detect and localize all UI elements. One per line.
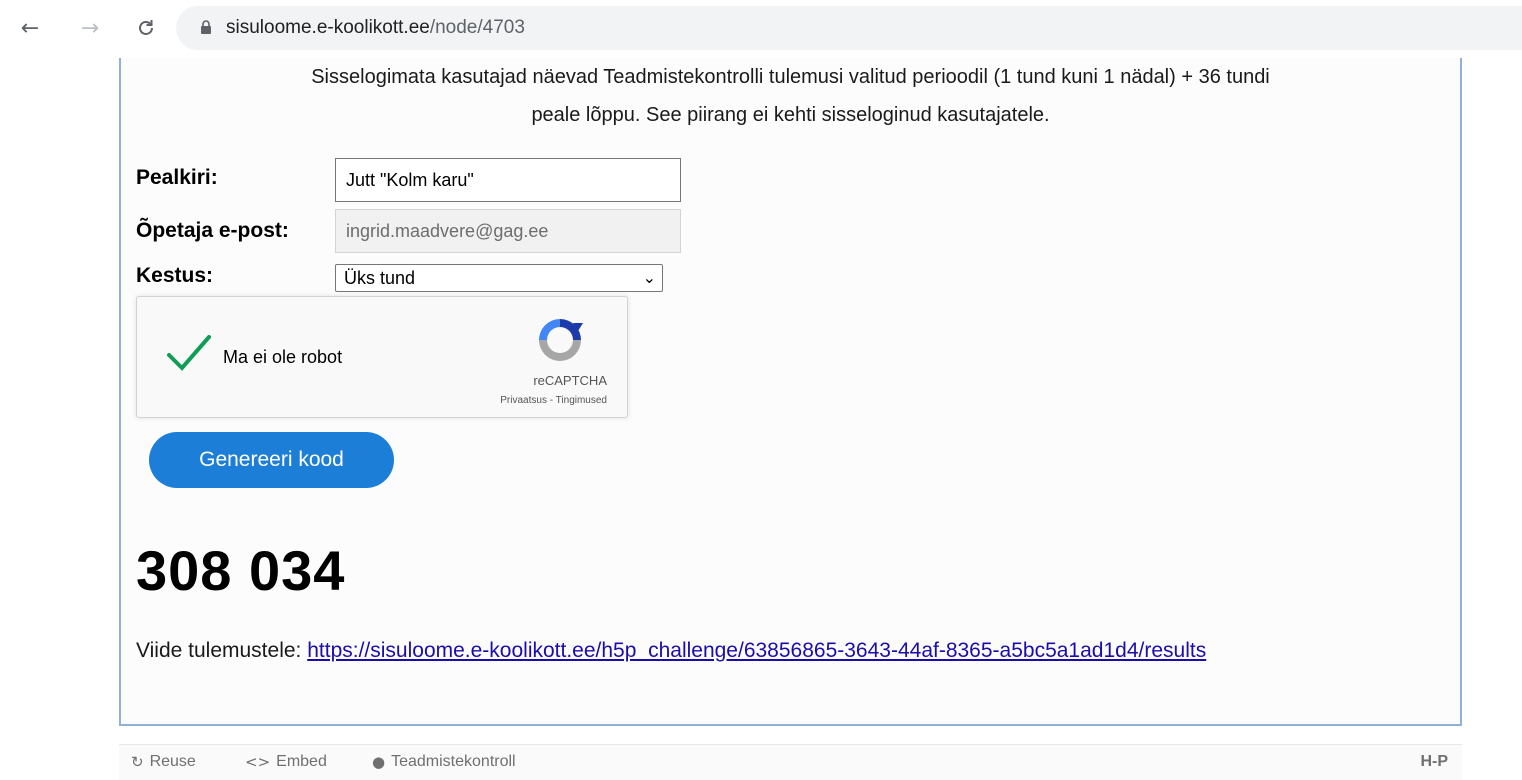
embed-button[interactable]: <> Embed <box>245 753 327 771</box>
recaptcha-logo-icon <box>539 319 583 361</box>
email-input[interactable]: ingrid.maadvere@gag.ee <box>335 209 681 253</box>
url-host: sisuloome.e-koolikott.ee <box>226 17 430 38</box>
embed-icon: <> <box>245 753 271 771</box>
notice-line-1: Sisselogimata kasutajad näevad Teadmiste… <box>311 66 1270 88</box>
notice-text: Sisselogimata kasutajad näevad Teadmiste… <box>121 58 1460 134</box>
results-line: Viide tulemustele: https://sisuloome.e-k… <box>136 632 1436 670</box>
reload-icon[interactable] <box>132 14 160 42</box>
results-label: Viide tulemustele: <box>136 639 308 662</box>
address-bar[interactable]: sisuloome.e-koolikott.ee/node/4703 <box>176 6 1522 50</box>
challenge-label: Teadmistekontroll <box>391 753 516 770</box>
duration-select[interactable]: Üks tund ⌄ <box>335 264 663 292</box>
play-circle-icon: ● <box>372 753 386 771</box>
forward-arrow-icon[interactable]: → <box>76 14 104 42</box>
generated-code: 308 034 <box>136 539 346 602</box>
recaptcha-brand: reCAPTCHA <box>533 373 607 388</box>
reuse-icon: ↻ <box>131 753 144 771</box>
checkmark-icon[interactable] <box>165 333 213 373</box>
challenge-frame: Sisselogimata kasutajad näevad Teadmiste… <box>119 58 1462 726</box>
title-input[interactable]: Jutt "Kolm karu" <box>335 158 681 202</box>
url-text: sisuloome.e-koolikott.ee/node/4703 <box>226 17 525 39</box>
h5p-logo[interactable]: H-P <box>1420 753 1448 771</box>
url-path: /node/4703 <box>429 17 525 38</box>
duration-selected-value: Üks tund <box>344 268 416 288</box>
notice-line-2: peale lõppu. See piirang ei kehti sissel… <box>531 104 1050 126</box>
recaptcha-widget: Ma ei ole robot reCAPTCHA Privaatsus - T… <box>136 296 628 418</box>
back-arrow-icon[interactable]: ← <box>16 14 44 42</box>
lock-icon <box>201 20 211 34</box>
h5p-footer: ↻ Reuse <> Embed ● Teadmistekontroll H-P <box>119 744 1462 780</box>
chevron-down-icon: ⌄ <box>642 268 656 287</box>
title-label: Pealkiri: <box>136 166 218 189</box>
recaptcha-label: Ma ei ole robot <box>223 347 343 367</box>
reuse-button[interactable]: ↻ Reuse <box>131 753 196 771</box>
reuse-label: Reuse <box>149 753 196 770</box>
embed-label: Embed <box>276 753 327 770</box>
recaptcha-links: Privaatsus - Tingimused <box>500 395 607 406</box>
email-label: Õpetaja e-post: <box>136 219 289 242</box>
terms-link[interactable]: Tingimused <box>556 395 607 406</box>
generate-code-button[interactable]: Genereeri kood <box>149 432 394 488</box>
results-link[interactable]: https://sisuloome.e-koolikott.ee/h5p_cha… <box>307 639 1206 662</box>
links-separator: - <box>546 395 556 406</box>
challenge-button[interactable]: ● Teadmistekontroll <box>372 753 516 771</box>
privacy-link[interactable]: Privaatsus <box>500 395 547 406</box>
browser-toolbar: ← → sisuloome.e-koolikott.ee/node/4703 <box>0 0 1522 58</box>
duration-label: Kestus: <box>136 264 214 287</box>
